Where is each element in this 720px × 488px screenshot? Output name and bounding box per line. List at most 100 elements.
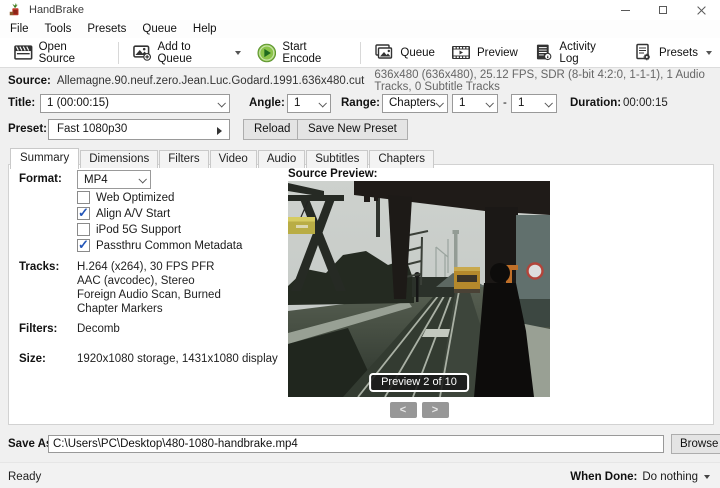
checkbox-box <box>77 223 90 236</box>
menubar: File Tools Presets Queue Help <box>0 20 720 38</box>
duration-value: 00:00:15 <box>623 97 668 109</box>
open-source-button[interactable]: Open Source <box>6 38 113 68</box>
tab-summary[interactable]: Summary <box>10 148 80 169</box>
source-label: Source: <box>8 75 51 87</box>
checkbox-box <box>77 237 90 253</box>
save-as-row: Save As: Browse <box>0 434 720 454</box>
minimize-button[interactable] <box>606 0 644 20</box>
log-document-icon <box>536 44 552 61</box>
menu-tools[interactable]: Tools <box>37 21 80 37</box>
preview-frame-art <box>288 181 550 397</box>
range-label: Range: <box>341 97 380 109</box>
range-type-select[interactable]: Chapters <box>382 93 448 113</box>
maximize-button[interactable] <box>644 0 682 20</box>
checkbox-label: Passthru Common Metadata <box>96 239 243 252</box>
tab-strip: Summary Dimensions Filters Video Audio S… <box>10 147 435 169</box>
handbrake-pineapple-icon <box>9 3 19 16</box>
reload-button[interactable]: Reload <box>243 118 302 140</box>
range-type-value: Chapters <box>389 97 436 109</box>
size-label: Size: <box>19 353 46 365</box>
checkbox-align-av-start[interactable]: Align A/V Start <box>77 205 171 221</box>
menu-file[interactable]: File <box>2 21 37 37</box>
tab-audio[interactable]: Audio <box>257 150 306 168</box>
checkbox-ipod-5g-support[interactable]: iPod 5G Support <box>77 223 181 236</box>
menu-queue[interactable]: Queue <box>134 21 185 37</box>
window-title: HandBrake <box>29 4 85 16</box>
open-source-label: Open Source <box>38 40 76 65</box>
tracks-line-3: Foreign Audio Scan, Burned <box>77 289 221 301</box>
queue-label: Queue <box>400 46 435 59</box>
queue-button[interactable]: Queue <box>366 40 443 65</box>
format-select[interactable]: MP4 <box>77 170 151 189</box>
range-start-value: 1 <box>459 97 466 109</box>
preview-button[interactable]: Preview <box>443 40 526 65</box>
checkbox-box <box>77 205 90 221</box>
preview-count-badge: Preview 2 of 10 <box>369 373 469 392</box>
range-start-select[interactable]: 1 <box>452 93 498 113</box>
filters-value: Decomb <box>77 323 120 335</box>
green-play-icon <box>257 43 276 62</box>
angle-select[interactable]: 1 <box>287 93 331 113</box>
checkbox-box <box>77 191 90 204</box>
toolbar-separator <box>117 41 119 64</box>
size-value: 1920x1080 storage, 1431x1080 display <box>77 353 278 365</box>
tab-subtitles[interactable]: Subtitles <box>306 150 369 168</box>
preview-label: Preview <box>476 46 518 59</box>
preview-prev-button[interactable]: < <box>389 402 417 418</box>
presets-button[interactable]: Presets <box>625 40 720 65</box>
menu-presets[interactable]: Presets <box>79 21 134 37</box>
checkbox-label: Align A/V Start <box>96 207 171 220</box>
checkbox-web-optimized[interactable]: Web Optimized <box>77 191 174 204</box>
add-to-queue-dropdown-icon <box>234 50 241 55</box>
source-details: 636x480 (636x480), 25.12 FPS, SDR (8-bit… <box>374 69 705 93</box>
close-button[interactable] <box>682 0 720 20</box>
title-select[interactable]: 1 (00:00:15) <box>40 93 230 113</box>
minimize-icon <box>620 9 630 11</box>
checkbox-passthru-common-metadata[interactable]: Passthru Common Metadata <box>77 237 243 253</box>
title-label: Title: <box>8 97 36 109</box>
save-as-input[interactable] <box>48 435 664 453</box>
presets-dropdown-icon <box>706 50 712 55</box>
statusbar: Ready When Done: Do nothing <box>0 462 720 488</box>
format-select-value: MP4 <box>84 173 108 186</box>
toolbar: Open Source Add to Queue Start Encode Qu… <box>0 38 720 68</box>
summary-panel: Format: MP4 Web Optimized Align A/V Star… <box>8 164 714 425</box>
preview-nav: < > <box>288 402 550 418</box>
tab-dimensions[interactable]: Dimensions <box>80 150 159 168</box>
duration-label: Duration: <box>570 97 622 109</box>
menu-help[interactable]: Help <box>185 21 225 37</box>
save-new-preset-button[interactable]: Save New Preset <box>297 118 408 140</box>
range-end-select[interactable]: 1 <box>511 93 557 113</box>
browse-button[interactable]: Browse <box>671 434 720 454</box>
start-encode-button[interactable]: Start Encode <box>249 38 356 68</box>
angle-label: Angle: <box>249 97 285 109</box>
checkbox-label: Web Optimized <box>96 191 175 204</box>
status-text: Ready <box>8 471 42 483</box>
preset-label: Preset: <box>8 123 47 135</box>
presets-label: Presets <box>659 46 698 59</box>
angle-select-value: 1 <box>294 97 301 109</box>
preset-select-value: Fast 1080p30 <box>57 123 128 135</box>
range-end-value: 1 <box>518 97 525 109</box>
preview-next-button[interactable]: > <box>421 402 449 418</box>
tab-video[interactable]: Video <box>209 150 257 168</box>
tab-filters[interactable]: Filters <box>159 150 209 168</box>
window-controls <box>606 0 720 20</box>
start-encode-label: Start Encode <box>282 40 322 65</box>
when-done-label: When Done: <box>570 471 638 483</box>
range-separator: - <box>503 97 507 109</box>
add-to-queue-button[interactable]: Add to Queue <box>124 38 249 68</box>
when-done-value: Do nothing <box>642 471 698 483</box>
handbrake-window: { "window": { "title": "HandBrake" }, "m… <box>0 0 720 488</box>
maximize-icon <box>659 6 667 14</box>
filmstrip-icon <box>451 46 470 59</box>
photo-add-icon <box>133 45 151 61</box>
checkbox-label: iPod 5G Support <box>96 223 182 236</box>
tab-chapters[interactable]: Chapters <box>369 150 435 168</box>
add-to-queue-label: Add to Queue <box>157 40 192 65</box>
titlebar: HandBrake <box>0 0 720 20</box>
preset-select[interactable]: Fast 1080p30 <box>48 118 230 140</box>
toolbar-separator <box>360 41 362 64</box>
activity-log-button[interactable]: Activity Log <box>526 38 625 68</box>
when-done-control[interactable]: When Done: Do nothing <box>570 471 710 483</box>
